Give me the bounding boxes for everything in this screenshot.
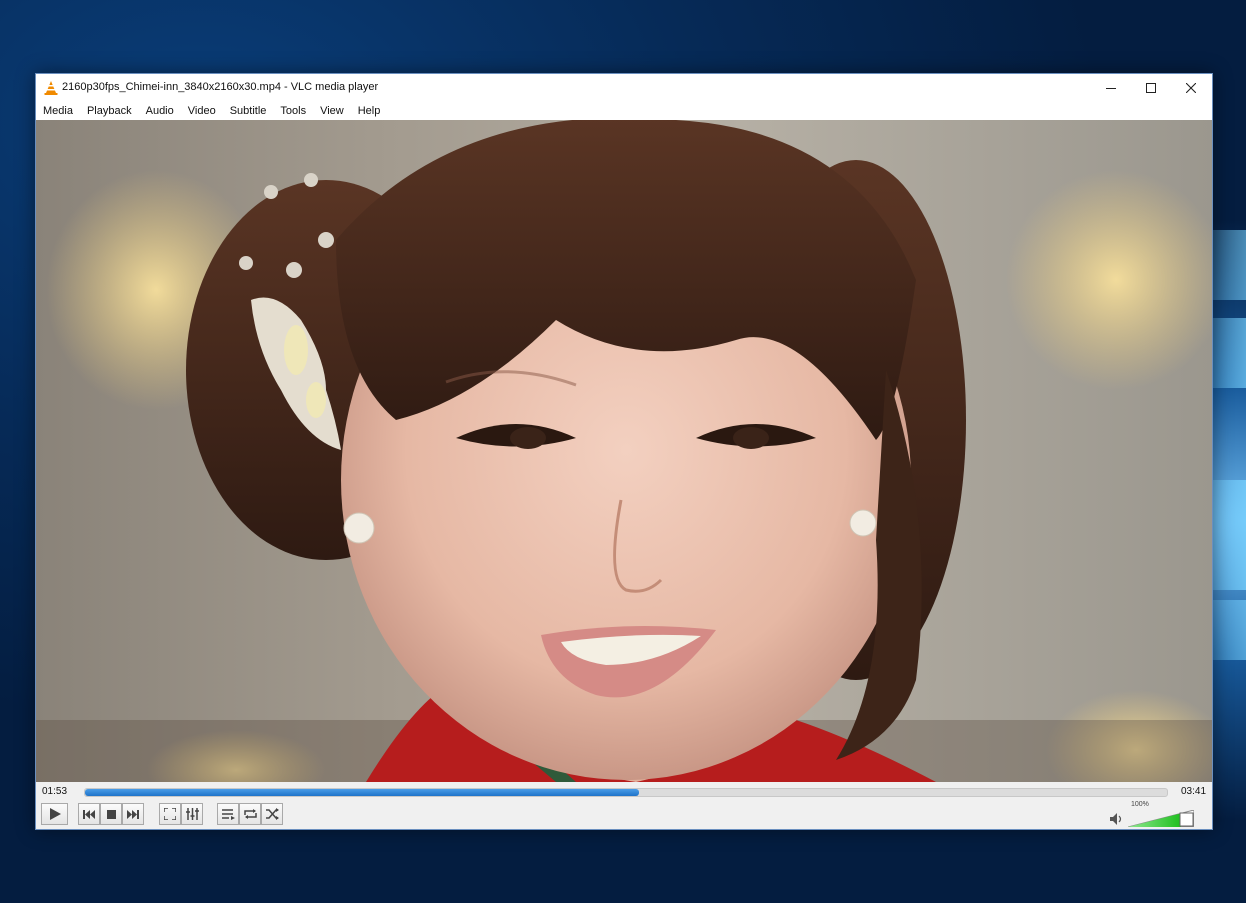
control-bar: 01:53 03:41 100% xyxy=(36,782,1212,829)
window-title: 2160p30fps_Chimei-inn_3840x2160x30.mp4 -… xyxy=(62,81,379,93)
next-icon xyxy=(127,809,139,819)
menu-media[interactable]: Media xyxy=(36,102,80,120)
extended-settings-button[interactable] xyxy=(181,803,203,825)
speaker-icon[interactable] xyxy=(1110,813,1124,825)
video-display[interactable] xyxy=(36,120,1212,782)
loop-button[interactable] xyxy=(239,803,261,825)
loop-icon xyxy=(243,809,257,819)
previous-button[interactable] xyxy=(78,803,100,825)
menu-tools[interactable]: Tools xyxy=(273,102,313,120)
menu-audio[interactable]: Audio xyxy=(139,102,181,120)
volume-slider[interactable] xyxy=(1128,810,1194,827)
playlist-icon xyxy=(221,809,235,820)
title-bar[interactable]: 2160p30fps_Chimei-inn_3840x2160x30.mp4 -… xyxy=(36,74,1212,102)
volume-handle[interactable] xyxy=(1179,812,1194,827)
play-button[interactable] xyxy=(41,803,68,825)
playlist-button[interactable] xyxy=(217,803,239,825)
menu-video[interactable]: Video xyxy=(181,102,223,120)
menu-view[interactable]: View xyxy=(313,102,351,120)
menu-playback[interactable]: Playback xyxy=(80,102,139,120)
total-time: 03:41 xyxy=(1181,786,1207,797)
video-frame-image xyxy=(36,120,1212,782)
volume-percent: 100% xyxy=(1131,801,1149,808)
extended-settings-icon xyxy=(185,808,199,820)
seek-slider[interactable] xyxy=(84,788,1168,797)
menu-bar: Media Playback Audio Video Subtitle Tool… xyxy=(36,102,1212,120)
minimize-icon[interactable] xyxy=(1091,74,1131,102)
previous-icon xyxy=(83,809,95,819)
shuffle-icon xyxy=(265,808,279,820)
vlc-window: 2160p30fps_Chimei-inn_3840x2160x30.mp4 -… xyxy=(35,73,1213,830)
next-button[interactable] xyxy=(122,803,144,825)
elapsed-time: 01:53 xyxy=(42,786,68,797)
menu-help[interactable]: Help xyxy=(351,102,388,120)
play-icon xyxy=(49,808,61,820)
stop-icon xyxy=(106,809,116,819)
menu-subtitle[interactable]: Subtitle xyxy=(223,102,274,120)
maximize-icon[interactable] xyxy=(1131,74,1171,102)
stop-button[interactable] xyxy=(100,803,122,825)
fullscreen-icon xyxy=(164,808,176,820)
vlc-cone-icon xyxy=(44,81,58,95)
fullscreen-button[interactable] xyxy=(159,803,181,825)
shuffle-button[interactable] xyxy=(261,803,283,825)
close-icon[interactable] xyxy=(1171,74,1211,102)
seek-progress xyxy=(85,789,639,796)
